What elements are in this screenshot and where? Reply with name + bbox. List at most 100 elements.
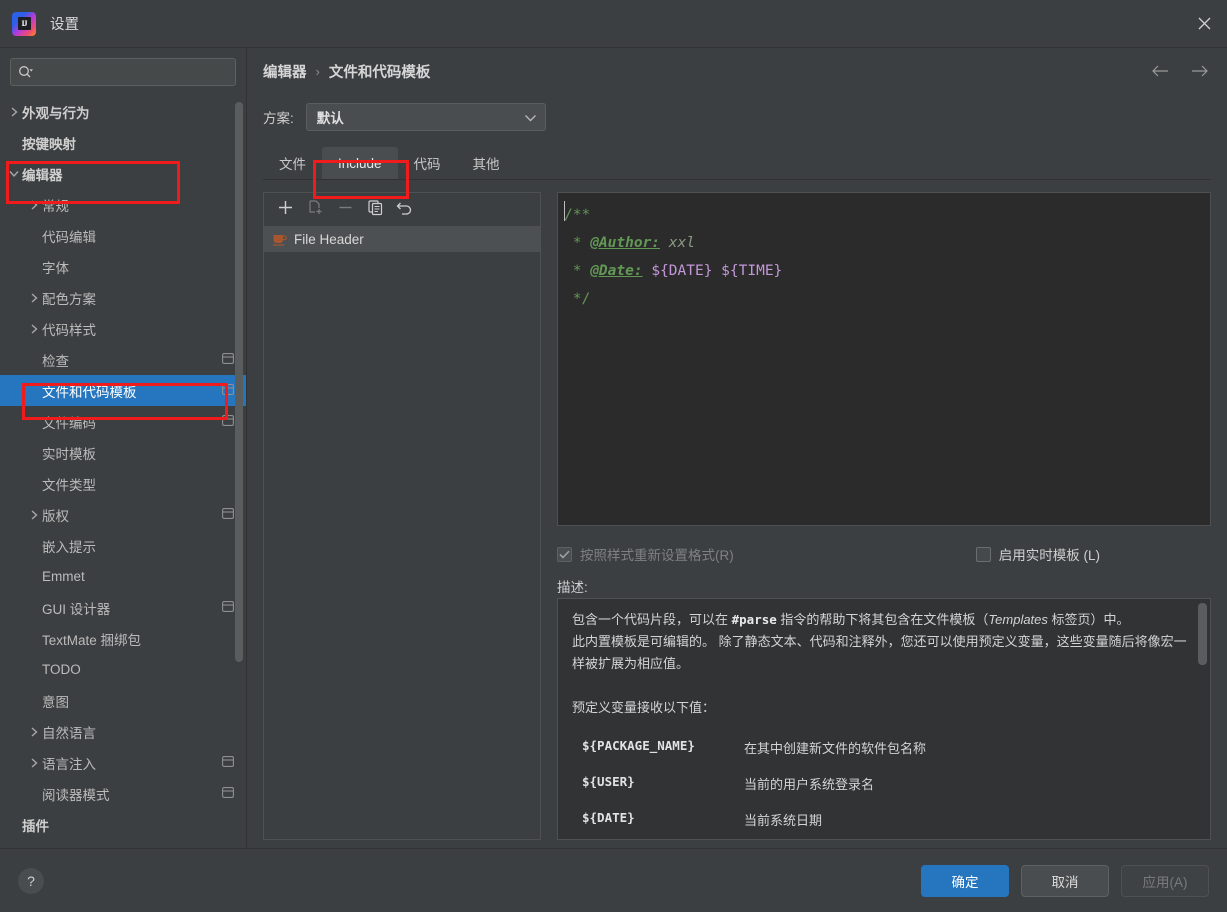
chevron-right-icon[interactable] <box>26 292 42 304</box>
tab-3[interactable]: 其他 <box>457 147 516 179</box>
chevron-right-icon[interactable] <box>26 199 42 211</box>
sidebar-item-20[interactable]: 自然语言 <box>0 716 246 747</box>
breadcrumb-item-0[interactable]: 编辑器 <box>263 61 307 82</box>
sidebar-item-0[interactable]: 外观与行为 <box>0 96 246 127</box>
reformat-checkbox[interactable]: 按照样式重新设置格式(R) <box>557 544 734 564</box>
chevron-down-icon[interactable] <box>6 169 22 178</box>
sidebar-item-5[interactable]: 字体 <box>0 251 246 282</box>
sidebar-item-label: 常规 <box>42 198 69 214</box>
dialog-body: 外观与行为 按键映射 编辑器 常规 代码编辑 字体 配色方案 代码样式 检查 文件和代码模板 文件编… <box>0 48 1227 848</box>
arrow-left-icon[interactable] <box>1149 60 1171 82</box>
templates-toolbar <box>264 193 540 227</box>
variable-row: ${DATE} 当前系统日期 <box>572 804 1196 839</box>
chevron-right-icon[interactable] <box>26 726 42 738</box>
sidebar-item-label: 编辑器 <box>22 167 63 183</box>
sidebar-item-12[interactable]: 文件类型 <box>0 468 246 499</box>
sidebar-item-22[interactable]: 阅读器模式 <box>0 778 246 809</box>
tab-1[interactable]: Include <box>322 147 398 179</box>
search-input[interactable] <box>39 64 228 80</box>
search-box[interactable] <box>10 58 236 86</box>
description-paragraph-2: 此内置模板是可编辑的。 除了静态文本、代码和注释外，您还可以使用预定义变量，这些… <box>572 634 1187 671</box>
description-scrollbar[interactable] <box>1198 603 1207 835</box>
sidebar-item-15[interactable]: Emmet <box>0 561 246 592</box>
sidebar-item-13[interactable]: 版权 <box>0 499 246 530</box>
sidebar-item-1[interactable]: 按键映射 <box>0 127 246 158</box>
sidebar-item-label: 文件类型 <box>42 477 96 493</box>
tab-0[interactable]: 文件 <box>263 147 322 179</box>
code-token-tag: @Date: <box>590 263 643 279</box>
sidebar-item-label: 自然语言 <box>42 725 96 741</box>
chevron-right-icon[interactable] <box>26 323 42 335</box>
close-icon[interactable] <box>1181 0 1227 47</box>
sidebar-item-18[interactable]: TODO <box>0 654 246 685</box>
help-icon[interactable]: ? <box>18 867 44 894</box>
sidebar-item-21[interactable]: 语言注入 <box>0 747 246 778</box>
sidebar-item-label: 嵌入提示 <box>42 539 96 555</box>
code-token-var: ${DATE} ${TIME} <box>651 263 783 279</box>
template-item-label: File Header <box>294 232 364 247</box>
reset-template-button[interactable] <box>392 197 418 223</box>
sidebar-item-6[interactable]: 配色方案 <box>0 282 246 313</box>
live-template-checkbox[interactable]: 启用实时模板 (L) <box>975 544 1100 564</box>
checkbox-box-live-template <box>975 546 991 562</box>
sidebar-item-3[interactable]: 常规 <box>0 189 246 220</box>
project-level-settings-icon <box>222 383 236 398</box>
sidebar-item-10[interactable]: 文件编码 <box>0 406 246 437</box>
live-template-checkbox-label: 启用实时模板 (L) <box>998 548 1100 563</box>
sidebar-scrollbar[interactable] <box>235 102 243 662</box>
add-template-button[interactable] <box>272 197 298 223</box>
nav-arrows <box>1149 48 1211 94</box>
search-icon <box>18 65 34 79</box>
template-code-editor[interactable]: /** * @Author: xxl * @Date: ${DATE} ${TI… <box>557 192 1211 526</box>
description-scrollbar-thumb[interactable] <box>1198 603 1207 665</box>
sidebar-item-11[interactable]: 实时模板 <box>0 437 246 468</box>
minus-icon <box>337 199 354 221</box>
sidebar-item-8[interactable]: 检查 <box>0 344 246 375</box>
sidebar-item-16[interactable]: GUI 设计器 <box>0 592 246 623</box>
sidebar-item-14[interactable]: 嵌入提示 <box>0 530 246 561</box>
code-line: * @Author: xxl <box>564 229 1210 257</box>
reformat-checkbox-label: 按照样式重新设置格式(R) <box>580 548 734 563</box>
cancel-button[interactable]: 取消 <box>1021 864 1109 897</box>
sidebar-item-label: 意图 <box>42 694 69 710</box>
chevron-right-icon[interactable] <box>26 509 42 521</box>
code-line: * @Date: ${DATE} ${TIME} <box>564 257 1210 285</box>
intellij-idea-logo-icon: IJ <box>12 11 36 36</box>
sidebar-item-19[interactable]: 意图 <box>0 685 246 716</box>
scheme-dropdown[interactable]: 默认 <box>305 103 546 131</box>
chevron-down-icon <box>524 110 537 125</box>
sidebar-search-wrap <box>0 48 246 94</box>
sidebar-scrollbar-thumb[interactable] <box>235 102 243 662</box>
sidebar-item-17[interactable]: TextMate 捆绑包 <box>0 623 246 654</box>
code-token-comment: /** <box>564 207 591 223</box>
settings-tree[interactable]: 外观与行为按键映射编辑器常规代码编辑 字体 配色方案 代码样式 检查 文件和代码模板文件编… <box>0 94 246 848</box>
ok-button[interactable]: 确定 <box>921 864 1009 897</box>
sidebar-item-label: 版权 <box>42 508 69 524</box>
sidebar-item-23[interactable]: 插件 <box>0 809 246 840</box>
sidebar-item-4[interactable]: 代码编辑 <box>0 220 246 251</box>
apply-button[interactable]: 应用(A) <box>1121 864 1209 897</box>
chevron-right-icon[interactable] <box>6 106 22 118</box>
footer-actions: 确定 取消 应用(A) <box>921 864 1209 897</box>
tab-2[interactable]: 代码 <box>398 147 457 179</box>
chevron-right-icon[interactable] <box>26 757 42 769</box>
desc-p1-post: 标签页）中。 <box>1047 612 1130 627</box>
editor-side: /** * @Author: xxl * @Date: ${DATE} ${TI… <box>557 192 1211 840</box>
template-list-item[interactable]: File Header <box>264 227 540 252</box>
sidebar-item-7[interactable]: 代码样式 <box>0 313 246 344</box>
sidebar-item-label: 按键映射 <box>22 136 76 152</box>
content-row: File Header /** * @Author: xxl * @Date: … <box>263 180 1211 848</box>
copy-template-button[interactable] <box>362 197 388 223</box>
code-token-comment: */ <box>564 291 591 307</box>
variable-row: ${USER} 当前的用户系统登录名 <box>572 768 1196 804</box>
desc-p1-pre: 包含一个代码片段，可以在 <box>572 612 732 627</box>
sidebar-item-label: 文件编码 <box>42 415 96 431</box>
arrow-right-icon[interactable] <box>1189 60 1211 82</box>
breadcrumb-item-1: 文件和代码模板 <box>328 64 431 81</box>
java-coffee-cup-icon <box>272 232 287 247</box>
project-level-settings-icon <box>222 414 236 429</box>
templates-list[interactable]: File Header <box>264 227 540 839</box>
sidebar-item-9[interactable]: 文件和代码模板 <box>0 375 246 406</box>
sidebar-item-2[interactable]: 编辑器 <box>0 158 246 189</box>
settings-sidebar: 外观与行为按键映射编辑器常规代码编辑 字体 配色方案 代码样式 检查 文件和代码模板文件编… <box>0 48 247 848</box>
